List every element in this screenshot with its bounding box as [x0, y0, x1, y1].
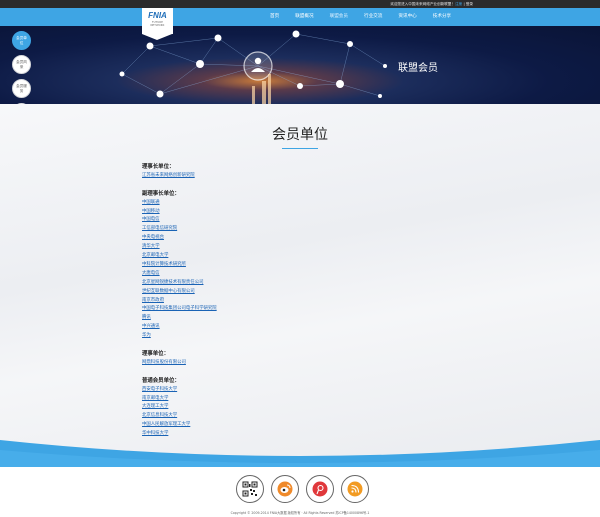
network-graphic	[119, 30, 387, 104]
auth-separator: |	[463, 1, 465, 6]
nav-item-members[interactable]: 联盟会员	[322, 8, 356, 26]
nav-menu: 首页 联盟概况 联盟会员 行业交流 资讯中心 技术分享	[262, 8, 459, 26]
logo-mark: FNIA	[148, 11, 167, 20]
member-link[interactable]: 世纪互联数据中心有限公司	[142, 288, 442, 297]
side-item-member-service[interactable]: 会员服务	[12, 79, 31, 98]
member-link[interactable]: 华中科技大学	[142, 430, 442, 439]
member-link[interactable]: 中国移动	[142, 208, 442, 217]
member-link[interactable]: 南京邮电大学	[142, 395, 442, 404]
member-link[interactable]: 网鼎科技股份有限公司	[142, 359, 442, 368]
title-underline	[282, 148, 318, 149]
weibo-icon[interactable]	[271, 475, 299, 503]
nav-item-home[interactable]: 首页	[262, 8, 287, 26]
banner-title: 联盟会员	[398, 63, 438, 74]
nav-item-news[interactable]: 资讯中心	[390, 8, 424, 26]
register-link[interactable]: 注册	[455, 2, 462, 6]
member-link[interactable]: 江苏省未来网络创新研究院	[142, 172, 442, 181]
footer: Copyright © 2009-2014 FNIA大数据 版权所有 · All…	[0, 467, 600, 517]
page-title: 会员单位	[272, 127, 328, 143]
member-list: 理事长单位： 江苏省未来网络创新研究院 副理事长单位： 中国联通 中国移动 中国…	[142, 163, 442, 439]
member-link[interactable]: 大唐电信	[142, 270, 442, 279]
nav-item-exchange[interactable]: 行业交流	[356, 8, 390, 26]
social-icons	[236, 475, 376, 503]
top-bar: 欢迎您进入中国未来网络产业创新联盟！ 注册 | 登录	[0, 0, 600, 8]
member-link[interactable]: 中国电信	[142, 216, 442, 225]
member-link[interactable]: 清华大学	[142, 243, 442, 252]
member-link[interactable]: 工信部电信研究院	[142, 225, 442, 234]
logo-tagline: FUTURE NETWORK	[150, 21, 165, 27]
banner: 联盟会员	[0, 26, 600, 104]
copyright-text: Copyright © 2009-2014 FNIA大数据 版权所有 · All…	[230, 511, 370, 515]
member-link[interactable]: 大连理工大学	[142, 403, 442, 412]
member-link[interactable]: 北京邮电大学	[142, 252, 442, 261]
member-link[interactable]: 中国联通	[142, 199, 442, 208]
tencent-weibo-icon[interactable]	[306, 475, 334, 503]
member-link[interactable]: 西安电子科技大学	[142, 386, 442, 395]
qr-code-icon[interactable]	[236, 475, 264, 503]
section-heading-director: 理事单位：	[142, 351, 169, 357]
section-heading-vice-president: 副理事长单位：	[142, 190, 180, 197]
member-link[interactable]: 中央电视台	[142, 234, 442, 243]
auth-links: 注册 | 登录	[455, 2, 473, 7]
side-item-member-style[interactable]: 会员风采	[12, 55, 31, 74]
site-logo[interactable]: FNIA FUTURE NETWORK	[142, 8, 173, 40]
member-link[interactable]: 腾讯	[142, 314, 442, 323]
nav-item-tech[interactable]: 技术分享	[425, 8, 459, 26]
login-link[interactable]: 登录	[466, 2, 473, 6]
member-link[interactable]: 北京星网锐捷技术有限责任公司	[142, 279, 442, 288]
nav-item-overview[interactable]: 联盟概况	[287, 8, 321, 26]
member-link[interactable]: 南京市政府	[142, 297, 442, 306]
welcome-text: 欢迎您进入中国未来网络产业创新联盟！	[390, 1, 455, 6]
member-link[interactable]: 中国人民解放军理工大学	[142, 421, 442, 430]
member-link[interactable]: 华为	[142, 332, 442, 341]
section-heading-president: 理事长单位：	[142, 164, 175, 170]
rss-icon[interactable]	[341, 475, 369, 503]
member-link[interactable]: 中科院计算技术研究所	[142, 261, 442, 270]
main-nav: 首页 联盟概况 联盟会员 行业交流 资讯中心 技术分享	[0, 8, 600, 26]
member-link[interactable]: 中国电子科技集团公司电子科学研究院	[142, 305, 442, 314]
side-item-member-units[interactable]: 会员单位	[12, 31, 31, 50]
section-heading-ordinary: 普通会员单位：	[142, 377, 180, 384]
member-link[interactable]: 北京信息科技大学	[142, 412, 442, 421]
member-link[interactable]: 中兴通讯	[142, 323, 442, 332]
